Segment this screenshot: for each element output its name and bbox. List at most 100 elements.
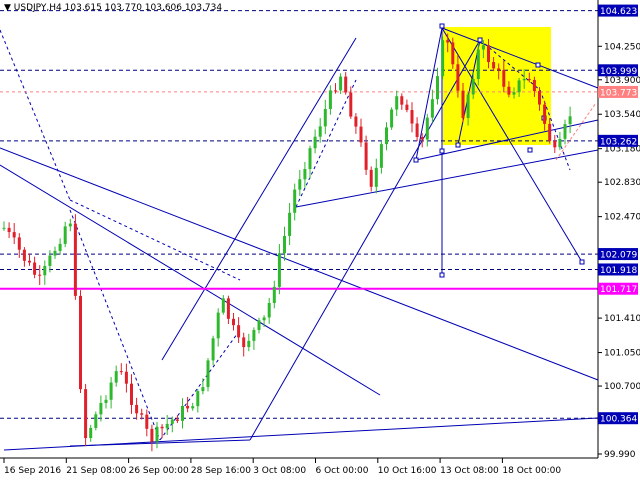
bull-candle bbox=[191, 402, 195, 411]
svg-text:104.623: 104.623 bbox=[600, 7, 637, 17]
bear-candle bbox=[135, 397, 139, 420]
svg-text:103.999: 103.999 bbox=[600, 67, 637, 77]
bear-candle bbox=[119, 363, 123, 375]
bear-candle bbox=[237, 317, 241, 343]
x-tick-label: 13 Oct 08:00 bbox=[440, 466, 499, 476]
bear-candle bbox=[349, 86, 353, 119]
bear-candle bbox=[226, 295, 230, 325]
bull-candle bbox=[390, 107, 394, 130]
level-price-label: 102.079 bbox=[598, 248, 638, 261]
bull-candle bbox=[155, 421, 159, 449]
y-tick-label: 103.900 bbox=[604, 76, 640, 86]
bear-candle bbox=[344, 72, 348, 95]
bear-candle bbox=[400, 93, 404, 110]
bull-candle bbox=[283, 226, 286, 261]
bear-candle bbox=[160, 424, 164, 439]
bull-candle bbox=[2, 221, 6, 231]
bull-candle bbox=[277, 244, 281, 295]
x-tick-label: 3 Oct 08:00 bbox=[253, 466, 306, 476]
bull-candle bbox=[313, 129, 317, 154]
bull-candle bbox=[221, 295, 225, 315]
level-price-label: 104.623 bbox=[598, 4, 638, 17]
bull-candle bbox=[68, 218, 72, 232]
bull-candle bbox=[216, 308, 220, 347]
bull-candle bbox=[181, 398, 184, 429]
bull-candle bbox=[323, 99, 327, 135]
y-tick-label: 100.700 bbox=[604, 382, 640, 392]
svg-text:101.717: 101.717 bbox=[600, 285, 637, 295]
bull-candle bbox=[196, 388, 200, 413]
x-tick-label: 10 Oct 16:00 bbox=[378, 466, 437, 476]
bear-candle bbox=[145, 409, 149, 437]
level-price-label: 101.918 bbox=[598, 263, 638, 276]
bull-candle bbox=[436, 67, 439, 105]
bull-candle bbox=[43, 260, 47, 285]
x-tick-label: 26 Sep 00:00 bbox=[129, 466, 189, 476]
bull-candle bbox=[94, 411, 98, 431]
bull-candle bbox=[267, 297, 271, 324]
x-tick-label: 16 Sep 2016 bbox=[4, 466, 61, 476]
bull-candle bbox=[206, 357, 210, 392]
bull-candle bbox=[318, 118, 322, 143]
bull-candle bbox=[58, 238, 62, 255]
svg-text:100.364: 100.364 bbox=[600, 415, 637, 425]
bull-candle bbox=[114, 365, 118, 387]
bull-candle bbox=[430, 89, 434, 123]
bear-candle bbox=[364, 135, 368, 176]
x-tick-label: 28 Sep 16:00 bbox=[191, 466, 251, 476]
bull-candle bbox=[252, 327, 256, 350]
bull-candle bbox=[379, 140, 383, 174]
level-price-label: 103.262 bbox=[598, 134, 638, 147]
bear-candle bbox=[150, 424, 154, 452]
bull-candle bbox=[104, 395, 108, 409]
bull-candle bbox=[425, 113, 429, 147]
bear-candle bbox=[33, 256, 37, 279]
bear-candle bbox=[124, 363, 128, 393]
bear-candle bbox=[410, 102, 414, 133]
bear-candle bbox=[12, 223, 16, 245]
level-price-label: 101.717 bbox=[598, 282, 638, 295]
y-tick-label: 102.470 bbox=[604, 213, 640, 223]
x-tick-label: 18 Oct 00:00 bbox=[502, 466, 561, 476]
bull-candle bbox=[298, 169, 302, 196]
bear-candle bbox=[73, 214, 77, 300]
bear-candle bbox=[242, 332, 246, 357]
bull-candle bbox=[272, 280, 276, 309]
bear-candle bbox=[79, 290, 82, 394]
bear-candle bbox=[84, 383, 88, 447]
bear-candle bbox=[186, 396, 190, 413]
bull-candle bbox=[53, 246, 57, 259]
bear-candle bbox=[232, 312, 235, 331]
bull-candle bbox=[568, 106, 572, 134]
bull-candle bbox=[89, 424, 93, 442]
bear-candle bbox=[38, 265, 42, 286]
bull-candle bbox=[385, 122, 388, 151]
bear-candle bbox=[369, 166, 373, 192]
bear-candle bbox=[28, 253, 31, 266]
bull-candle bbox=[109, 377, 113, 409]
bull-candle bbox=[441, 36, 445, 80]
bear-candle bbox=[7, 222, 11, 239]
bull-candle bbox=[328, 85, 332, 115]
y-tick-label: 104.250 bbox=[604, 42, 640, 52]
y-tick-label: 102.830 bbox=[604, 178, 640, 188]
bear-candle bbox=[22, 247, 26, 267]
bull-candle bbox=[247, 333, 251, 352]
bear-candle bbox=[553, 134, 557, 153]
x-tick-label: 21 Sep 08:00 bbox=[66, 466, 126, 476]
bull-candle bbox=[288, 203, 292, 246]
bear-candle bbox=[415, 117, 419, 142]
current-price-label: 103.773 bbox=[598, 85, 638, 98]
price-chart[interactable]: 104.250103.900103.540103.180102.830102.4… bbox=[0, 0, 640, 480]
bull-candle bbox=[374, 158, 378, 194]
bull-candle bbox=[303, 161, 307, 188]
bear-candle bbox=[354, 113, 358, 134]
bear-candle bbox=[405, 99, 409, 113]
bull-candle bbox=[99, 395, 103, 422]
bull-candle bbox=[395, 90, 399, 116]
x-tick-label: 6 Oct 00:00 bbox=[316, 466, 369, 476]
level-price-label: 100.364 bbox=[598, 412, 638, 425]
bull-candle bbox=[308, 145, 312, 179]
level-price-label: 103.999 bbox=[598, 64, 638, 77]
svg-text:102.079: 102.079 bbox=[600, 251, 637, 261]
